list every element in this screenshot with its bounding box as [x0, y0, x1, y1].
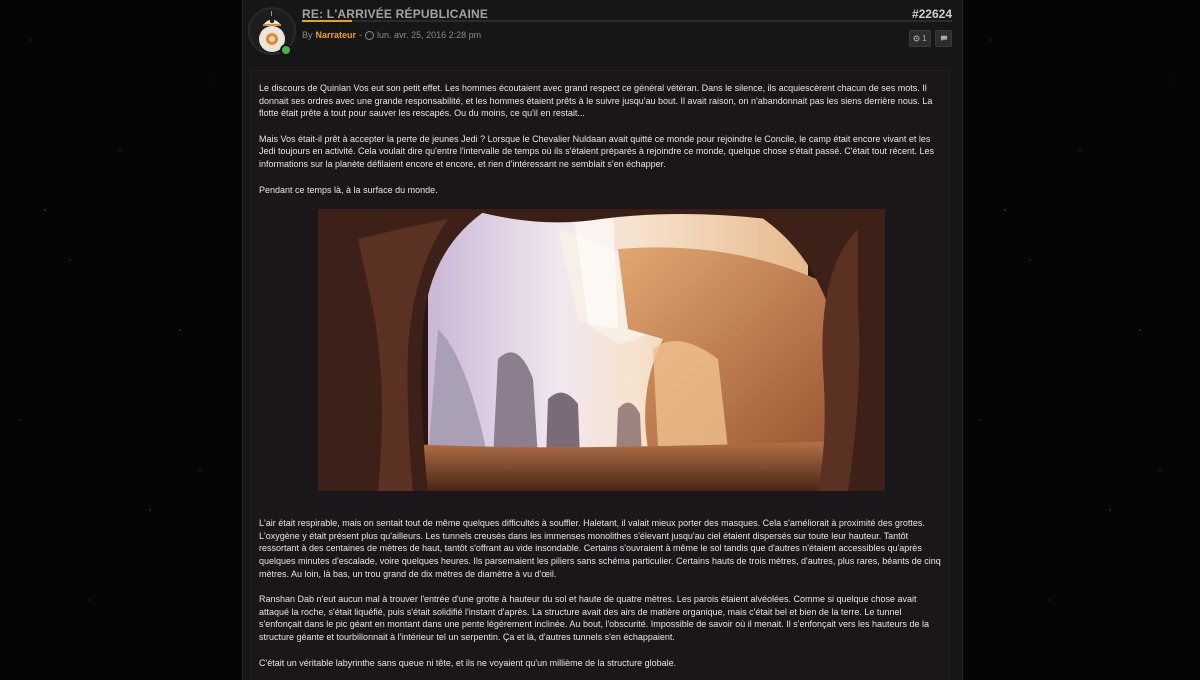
- post-date: lun. avr. 25, 2016 2:28 pm: [377, 30, 482, 40]
- post-content: Le discours de Quinlan Vos eut son petit…: [250, 70, 950, 680]
- quote-button[interactable]: [935, 30, 952, 47]
- post-paragraph: L'air était respirable, mais on sentait …: [259, 518, 941, 579]
- gear-icon: [913, 35, 920, 42]
- title-underline: [302, 20, 952, 22]
- byline-separator: -: [359, 30, 363, 40]
- post-paragraph: Pendant ce temps là, à la surface du mon…: [259, 184, 438, 195]
- post-paragraph: Ranshan Dab n'eut aucun mal à trouver l'…: [259, 594, 930, 642]
- clock-icon: [365, 30, 375, 40]
- post-number[interactable]: #22624: [912, 7, 952, 21]
- post-settings-button[interactable]: 1: [909, 30, 931, 47]
- comment-icon: [940, 35, 947, 42]
- by-label: By: [302, 30, 313, 40]
- author-link[interactable]: Narrateur: [316, 30, 357, 40]
- post-paragraph: Le discours de Quinlan Vos eut son petit…: [259, 83, 933, 119]
- settings-count: 1: [922, 34, 927, 43]
- post-paragraph: C'était un véritable labyrinthe sans que…: [259, 657, 677, 668]
- online-status-indicator: [280, 44, 292, 56]
- post-title[interactable]: RE: L'ARRIVÉE RÉPUBLICAINE: [302, 7, 488, 21]
- cave-illustration: [318, 209, 885, 492]
- title-accent-bar: [302, 20, 352, 22]
- post-byline: By Narrateur - lun. avr. 25, 2016 2:28 p…: [302, 30, 481, 40]
- post-paragraph: Mais Vos était-il prêt à accepter la per…: [259, 133, 934, 169]
